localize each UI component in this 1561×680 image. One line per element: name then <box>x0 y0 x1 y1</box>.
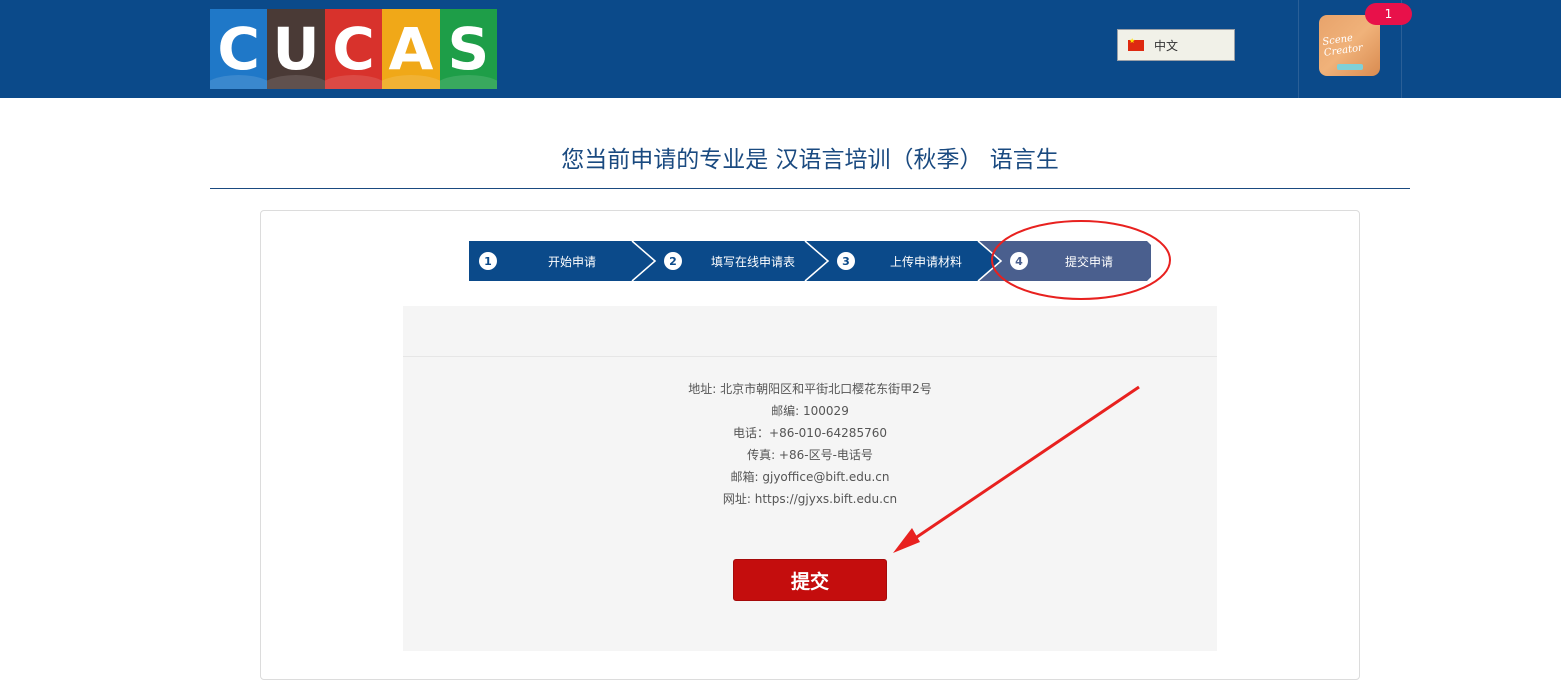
step-label: 上传申请材料 <box>890 254 963 269</box>
notification-badge[interactable]: 1 <box>1365 3 1412 25</box>
contact-fax: 传真: +86-区号-电话号 <box>747 448 873 462</box>
logo-letter: U <box>267 9 325 89</box>
step-1[interactable]: 1 开始申请 <box>469 241 655 281</box>
language-selector[interactable]: 中文 <box>1117 29 1235 61</box>
section-divider <box>403 356 1217 357</box>
step-number: 3 <box>837 252 855 270</box>
china-flag-icon <box>1128 37 1144 51</box>
submit-button[interactable]: 提交 <box>733 559 887 601</box>
cucas-logo[interactable]: C U C A S <box>210 9 498 89</box>
title-divider <box>210 188 1410 189</box>
header-divider <box>1298 0 1299 98</box>
contact-website: 网址: https://gjyxs.bift.edu.cn <box>722 492 898 506</box>
step-label: 开始申请 <box>548 254 597 269</box>
contact-phone: 电话：+86-010-64285760 <box>733 426 887 440</box>
logo-letter: C <box>210 9 268 89</box>
step-4[interactable]: 4 提交申请 <box>979 241 1151 281</box>
avatar-decoration <box>1337 64 1363 70</box>
step-label: 填写在线申请表 <box>711 254 796 269</box>
step-number: 1 <box>479 252 497 270</box>
step-2[interactable]: 2 填写在线申请表 <box>633 241 828 281</box>
contact-address: 地址: 北京市朝阳区和平街北口樱花东街甲2号 <box>688 382 932 396</box>
logo-letter: S <box>439 9 498 89</box>
page-title: 您当前申请的专业是 汉语言培训（秋季） 语言生 <box>561 147 1059 173</box>
logo-letter: A <box>382 9 440 89</box>
step-number: 4 <box>1010 252 1028 270</box>
step-label: 提交申请 <box>1065 254 1114 269</box>
contact-info: 地址: 北京市朝阳区和平街北口樱花东街甲2号 邮编: 100029 电话：+86… <box>403 378 1217 510</box>
language-label: 中文 <box>1154 38 1179 53</box>
step-number: 2 <box>664 252 682 270</box>
avatar-text: Scene Creator <box>1321 32 1364 59</box>
contact-email: 邮箱: gjyoffice@bift.edu.cn <box>730 470 890 484</box>
step-3[interactable]: 3 上传申请材料 <box>806 241 1001 281</box>
contact-postcode: 邮编: 100029 <box>771 404 849 418</box>
logo-letter: C <box>324 9 383 89</box>
top-header: C U C A S 中文 Scene Creator 1 <box>0 0 1561 98</box>
